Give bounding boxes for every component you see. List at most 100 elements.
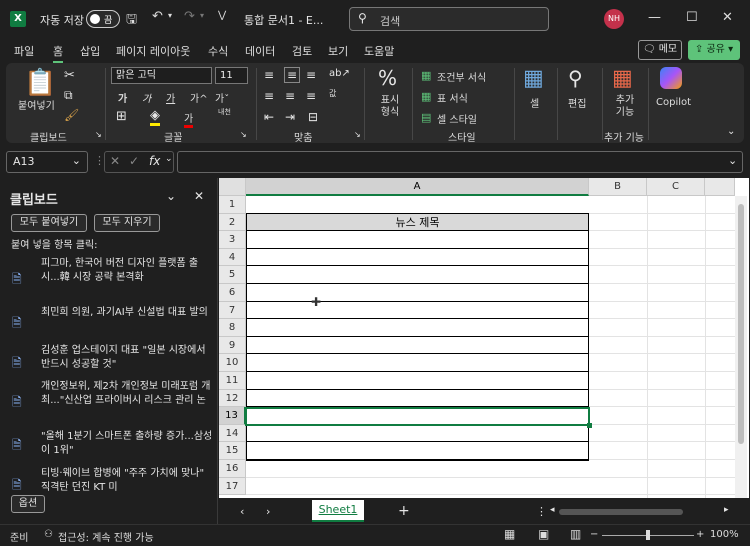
- redo-icon[interactable]: ↷: [184, 9, 195, 24]
- share-button[interactable]: ⇪ 공유 ▾: [688, 40, 740, 60]
- close-icon[interactable]: ✕: [722, 10, 733, 25]
- clear-all-button[interactable]: 모두 지우기: [94, 214, 160, 232]
- row-header-6[interactable]: 6: [219, 284, 246, 302]
- scroll-right-icon[interactable]: ▸: [724, 505, 729, 515]
- document-title[interactable]: 통합 문서1 - E...: [244, 12, 323, 28]
- zoom-out-icon[interactable]: −: [590, 529, 598, 540]
- addins-icon[interactable]: ▦: [612, 66, 633, 91]
- underline-button[interactable]: 가: [166, 90, 175, 105]
- chevron-down-icon[interactable]: ⌄: [166, 189, 176, 203]
- redo-dropdown-icon[interactable]: ▾: [200, 11, 204, 20]
- row-header-4[interactable]: 4: [219, 248, 246, 267]
- percent-icon[interactable]: %: [378, 66, 397, 90]
- active-cell-a13[interactable]: [245, 407, 592, 428]
- horizontal-scrollbar[interactable]: [559, 509, 683, 515]
- format-painter-icon[interactable]: 🖌: [64, 108, 79, 122]
- editing-button[interactable]: 편집: [568, 95, 586, 110]
- cut-icon[interactable]: ✂: [64, 68, 75, 83]
- search-box[interactable]: ⚲ 검색: [349, 7, 549, 31]
- paste-button[interactable]: 붙여넣기: [18, 97, 55, 112]
- addins-button[interactable]: 추가 기능: [613, 95, 637, 119]
- formula-input[interactable]: [177, 151, 743, 173]
- collapse-ribbon-icon[interactable]: ⌄: [727, 126, 735, 137]
- accessibility-icon[interactable]: ⚇: [44, 529, 53, 540]
- row-header-16[interactable]: 16: [219, 460, 246, 478]
- undo-icon[interactable]: ↶: [152, 9, 163, 24]
- copy-icon[interactable]: ⧉: [64, 88, 73, 103]
- align-center-icon[interactable]: ≡: [285, 89, 295, 103]
- row-header-17[interactable]: 17: [219, 477, 246, 496]
- merge-center-icon[interactable]: ⊟: [308, 110, 318, 124]
- align-left-icon[interactable]: ≡: [264, 89, 274, 103]
- more-options-icon[interactable]: ⋮: [536, 505, 547, 518]
- align-right-icon[interactable]: ≡: [306, 89, 316, 103]
- grow-font-button[interactable]: 가^: [190, 90, 208, 105]
- expand-formula-icon[interactable]: ⌄: [728, 154, 737, 167]
- copilot-icon[interactable]: [660, 67, 682, 89]
- paste-icon[interactable]: 📋: [24, 68, 56, 98]
- avatar[interactable]: NH: [604, 9, 624, 29]
- align-middle-icon[interactable]: ≡: [284, 67, 301, 83]
- comments-button[interactable]: 🗨 메모: [638, 40, 682, 60]
- tab-file[interactable]: 파일: [14, 43, 34, 59]
- phonetic-button[interactable]: 내천: [218, 108, 236, 116]
- zoom-in-icon[interactable]: +: [696, 529, 704, 540]
- row-header-10[interactable]: 10: [219, 354, 246, 372]
- column-header-d[interactable]: [705, 178, 735, 196]
- row-header-13[interactable]: 13: [219, 407, 246, 425]
- accessibility-status[interactable]: 접근성: 계속 진행 가능: [58, 529, 154, 544]
- orientation-icon[interactable]: ab↗: [329, 68, 350, 79]
- bold-button[interactable]: 가: [118, 90, 127, 105]
- scroll-left-icon[interactable]: ◂: [550, 505, 555, 515]
- increase-indent-icon[interactable]: ⇥: [285, 110, 295, 124]
- clipboard-item[interactable]: "올해 1분기 스마트폰 출하량 증가...삼성이 1위": [41, 430, 213, 458]
- tab-help[interactable]: 도움말: [364, 43, 394, 59]
- page-break-icon[interactable]: ▥: [570, 527, 581, 541]
- wrap-text-button[interactable]: 값: [329, 88, 336, 99]
- row-header-14[interactable]: 14: [219, 424, 246, 443]
- clipboard-item[interactable]: 김성훈 업스테이지 대표 "일본 시장에서 반드시 성공할 것": [41, 344, 213, 372]
- dialog-launcher-icon[interactable]: ↘: [354, 130, 361, 139]
- zoom-slider-thumb[interactable]: [646, 530, 650, 540]
- number-format-button[interactable]: 표시 형식: [376, 95, 404, 119]
- enter-icon[interactable]: ✓: [129, 154, 139, 168]
- decrease-indent-icon[interactable]: ⇤: [264, 110, 274, 124]
- row-header-3[interactable]: 3: [219, 231, 246, 249]
- align-bottom-icon[interactable]: ≡: [306, 68, 316, 82]
- cells-button[interactable]: 셀: [530, 95, 539, 110]
- format-as-table-button[interactable]: 표 서식: [437, 90, 468, 105]
- paste-all-button[interactable]: 모두 붙여넣기: [11, 214, 87, 232]
- tab-data[interactable]: 데이터: [245, 43, 275, 59]
- column-header-b[interactable]: B: [589, 178, 647, 196]
- borders-icon[interactable]: ⊞: [116, 109, 127, 124]
- row-header-8[interactable]: 8: [219, 319, 246, 337]
- row-header-15[interactable]: 15: [219, 442, 246, 460]
- column-header-c[interactable]: C: [647, 178, 705, 196]
- next-sheet-icon[interactable]: ›: [266, 505, 270, 518]
- fill-color-icon[interactable]: ◈: [150, 108, 160, 126]
- autosave-toggle[interactable]: 끔: [86, 10, 120, 28]
- header-cell-news-title[interactable]: 뉴스 제목: [247, 214, 588, 231]
- row-header-1[interactable]: 1: [219, 196, 246, 214]
- tab-home[interactable]: 홈: [53, 43, 64, 63]
- add-sheet-icon[interactable]: +: [398, 503, 410, 519]
- tab-formulas[interactable]: 수식: [208, 43, 228, 59]
- tab-review[interactable]: 검토: [292, 43, 312, 59]
- sheet-tab-sheet1[interactable]: Sheet1: [312, 500, 364, 522]
- row-header-11[interactable]: 11: [219, 372, 246, 390]
- tab-page-layout[interactable]: 페이지 레이아웃: [116, 43, 190, 59]
- row-header-9[interactable]: 9: [219, 336, 246, 355]
- maximize-icon[interactable]: ☐: [686, 10, 698, 25]
- tab-view[interactable]: 보기: [328, 43, 348, 59]
- column-header-a[interactable]: A: [246, 178, 589, 196]
- font-name-select[interactable]: 맑은 고딕: [111, 67, 212, 84]
- chevron-down-icon[interactable]: ⌄: [165, 154, 173, 164]
- font-color-button[interactable]: 가: [184, 110, 194, 128]
- cancel-icon[interactable]: ✕: [110, 154, 120, 168]
- italic-button[interactable]: 가: [142, 90, 151, 105]
- shrink-font-button[interactable]: 가ˇ: [215, 90, 229, 105]
- select-all-corner[interactable]: [219, 178, 246, 196]
- insert-function-icon[interactable]: fx: [149, 154, 160, 168]
- clipboard-item[interactable]: 개인정보위, 제2차 개인정보 미래포럼 개최..."신산업 프라이버시 리스크…: [41, 380, 213, 408]
- row-header-2[interactable]: 2: [219, 213, 246, 232]
